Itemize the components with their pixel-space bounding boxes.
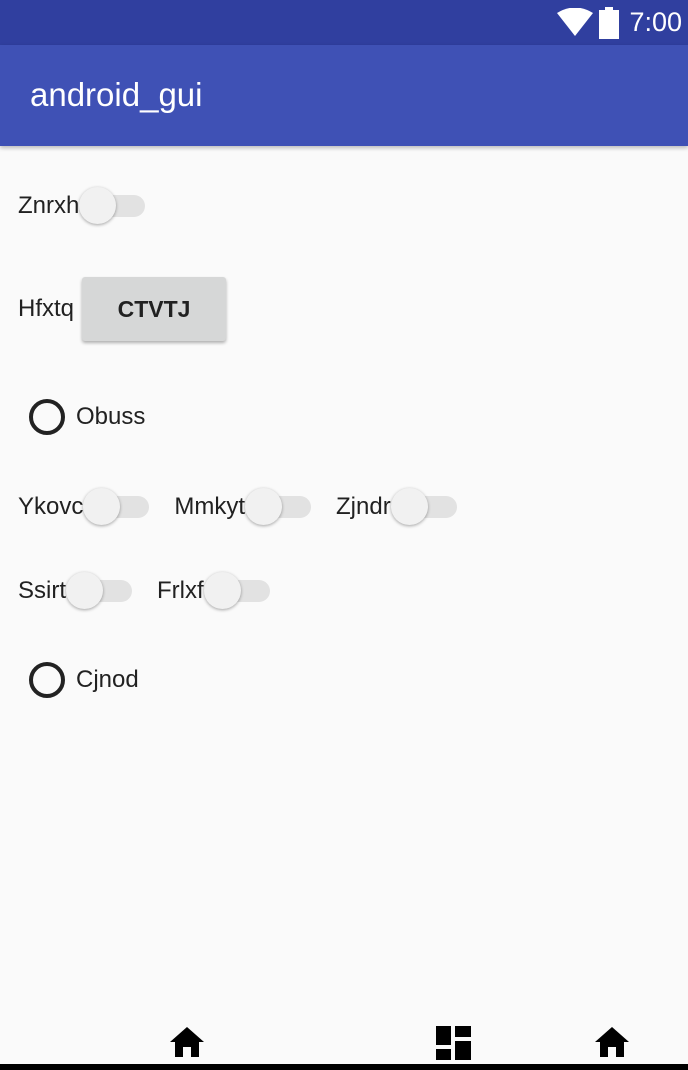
row-hfxtq: Hfxtq CTVTJ [18, 277, 227, 341]
status-time: 7:00 [629, 7, 682, 37]
row-znrxh: Znrxh [18, 186, 146, 226]
switch-thumb [203, 572, 241, 609]
status-bar: 7:00 [0, 0, 688, 45]
row-obuss[interactable]: Obuss [18, 399, 145, 435]
radio-label: Cjnod [76, 666, 139, 693]
radio-label: Obuss [76, 403, 146, 430]
radio-button[interactable] [29, 662, 65, 698]
radio-button[interactable] [29, 399, 65, 435]
toggle-switch[interactable] [66, 571, 132, 611]
switch-thumb [83, 488, 121, 525]
toggle-switch[interactable] [390, 487, 457, 527]
switch-label: Mmkyt [174, 493, 246, 520]
navigation-bar [0, 1000, 688, 1070]
toggle-switch[interactable] [83, 487, 150, 527]
app-title: android_gui [30, 76, 203, 113]
switch-label: Frlxf [157, 577, 204, 604]
nav-divider [0, 1064, 688, 1070]
battery-icon [599, 6, 620, 39]
wifi-icon [557, 7, 594, 36]
switch-label: Ssirt [18, 577, 66, 604]
switch-thumb [66, 572, 103, 609]
field-label: Hfxtq [18, 295, 75, 322]
toggle-switch[interactable] [245, 487, 312, 527]
switch-thumb [245, 488, 283, 525]
switch-thumb [79, 187, 117, 224]
ctvtj-button[interactable]: CTVTJ [82, 277, 227, 341]
row-cjnod[interactable]: Cjnod [18, 662, 139, 698]
toggle-switch[interactable] [79, 186, 146, 226]
app-bar: android_gui [0, 45, 688, 146]
status-icons: 7:00 [557, 0, 682, 45]
switch-label: Znrxh [18, 192, 80, 219]
dashboard-icon[interactable] [436, 1026, 471, 1060]
switch-thumb [390, 488, 428, 525]
switch-label: Zjndr [336, 493, 391, 520]
home-icon[interactable] [169, 1026, 205, 1058]
switch-label: Ykovc [18, 493, 84, 520]
toggle-switch[interactable] [203, 571, 270, 611]
home-icon[interactable] [594, 1026, 630, 1058]
row-switches-1: Ykovc Mmkyt Zjndr [18, 487, 457, 527]
row-switches-2: Ssirt Frlxf [18, 571, 270, 611]
